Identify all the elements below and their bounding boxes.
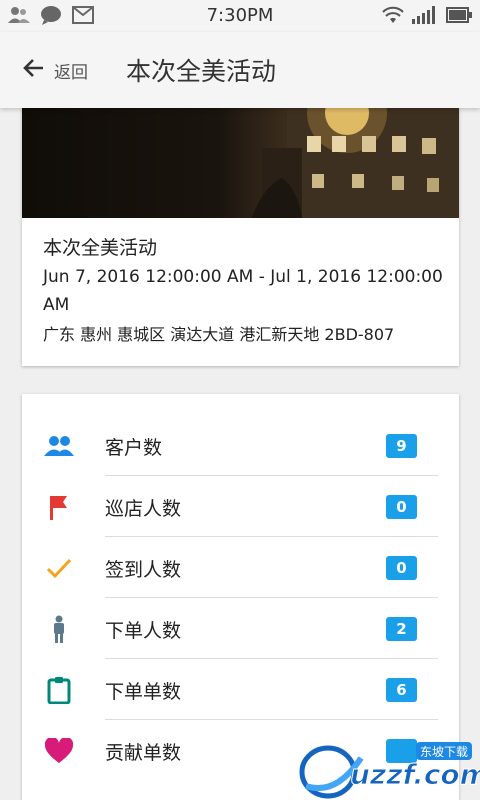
stat-count-badge: 9 (386, 434, 417, 458)
stat-label: 贡献单数 (105, 742, 182, 764)
stat-row-store-visits[interactable]: 巡店人数 0 (22, 476, 459, 537)
people-icon (44, 433, 74, 459)
stat-count-badge: 2 (386, 617, 417, 641)
event-time-range: Jun 7, 2016 12:00:00 AM - Jul 1, 2016 12… (43, 267, 443, 315)
stat-row-customers[interactable]: 客户数 9 (22, 415, 459, 476)
stat-label: 巡店人数 (105, 498, 182, 520)
wifi-icon (382, 6, 404, 28)
stat-count-badge: 0 (386, 556, 417, 580)
event-address: 广东 惠州 惠城区 演达大道 港汇新天地 2BD-807 (43, 325, 395, 344)
flag-icon (44, 494, 74, 520)
stat-label: 下单人数 (105, 620, 182, 642)
stat-label: 签到人数 (105, 559, 182, 581)
signal-icon (412, 6, 438, 28)
stat-label: 客户数 (105, 437, 163, 459)
status-bar-system (382, 6, 472, 28)
event-title: 本次全美活动 (43, 237, 158, 259)
clipboard-icon (44, 677, 74, 704)
stat-row-ordering-people[interactable]: 下单人数 2 (22, 598, 459, 659)
page-title: 本次全美活动 (126, 57, 277, 86)
arrow-back-icon (22, 56, 46, 84)
stat-count-badge: 6 (386, 678, 417, 702)
check-icon (44, 555, 74, 581)
stat-count-badge: 0 (386, 495, 417, 519)
person-icon (44, 615, 74, 643)
watermark-brand: uzzf.com (350, 758, 480, 791)
status-bar: 7:30PM (0, 0, 480, 32)
battery-icon (446, 7, 472, 27)
event-card[interactable]: 本次全美活动 Jun 7, 2016 12:00:00 AM - Jul 1, … (22, 108, 459, 366)
stat-row-order-count[interactable]: 下单单数 6 (22, 659, 459, 720)
stat-row-check-ins[interactable]: 签到人数 0 (22, 537, 459, 598)
watermark-tag: 东坡下载 (420, 745, 468, 759)
heart-icon (44, 738, 74, 764)
stat-label: 下单单数 (105, 681, 182, 703)
app-bar: 返回 本次全美活动 (0, 32, 480, 108)
back-label: 返回 (54, 62, 88, 83)
watermark-logo: uzzf.com 东坡下载 (296, 736, 480, 800)
back-button[interactable]: 返回 (22, 54, 88, 86)
event-photo (22, 108, 459, 218)
